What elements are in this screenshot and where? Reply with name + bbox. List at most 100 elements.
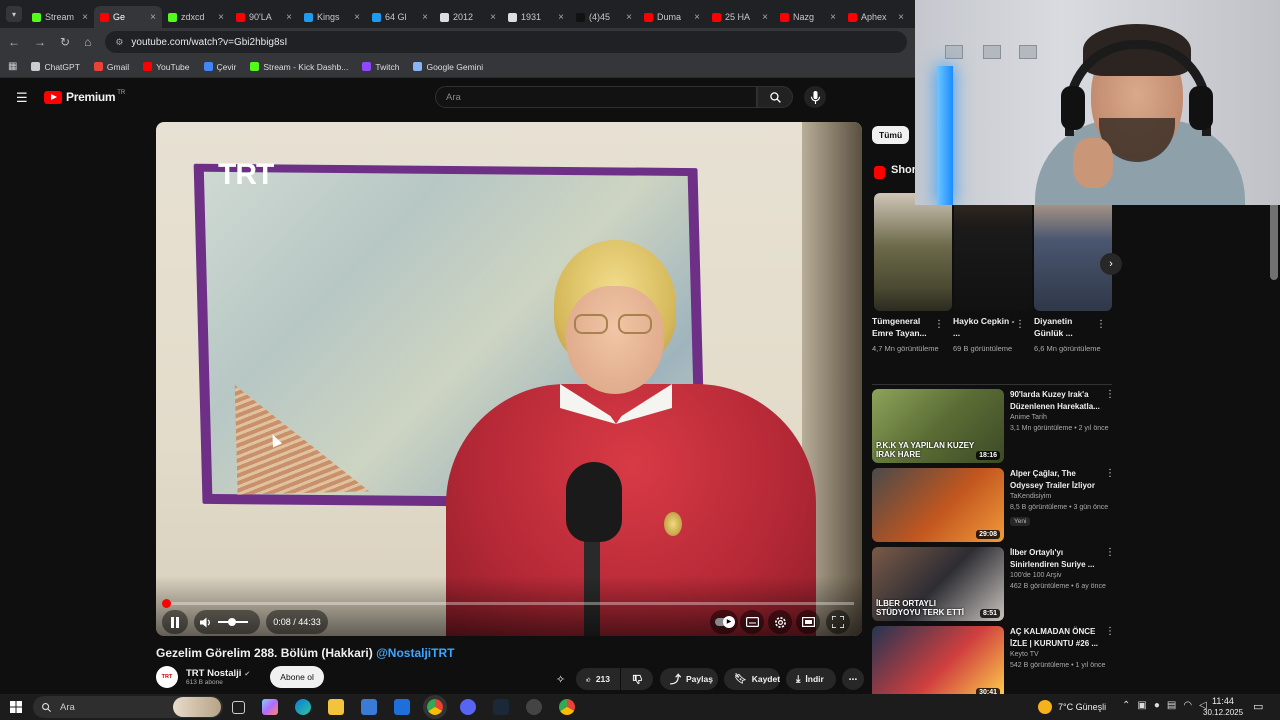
short-title[interactable]: Hayko Cepkin - ... (953, 315, 1015, 339)
close-icon[interactable]: × (898, 12, 904, 23)
theater-mode-button[interactable] (796, 610, 820, 634)
browser-tab[interactable]: 1931 × (502, 6, 570, 28)
close-icon[interactable]: × (354, 12, 360, 23)
short-item[interactable]: Diyanetin Günlük ... 6,6 Mn görüntüleme ⋮ (1034, 315, 1106, 354)
close-icon[interactable]: × (422, 12, 428, 23)
shorts-next-button[interactable]: › (1100, 253, 1122, 275)
youtube-logo[interactable]: Premium TR (44, 90, 125, 104)
video-title[interactable]: AÇ KALMADAN ÖNCE İZLE | KURUNTU #26 ... (1010, 626, 1102, 649)
filter-chip-all[interactable]: Tümü (872, 126, 910, 144)
fullscreen-button[interactable] (826, 610, 850, 634)
store-icon[interactable] (361, 699, 377, 715)
discord-icon[interactable] (460, 699, 476, 715)
browser-tab[interactable]: Aphex × (842, 6, 910, 28)
weather-text[interactable]: 7°C Güneşli (1058, 702, 1106, 712)
address-bar[interactable]: ⚙ youtube.com/watch?v=Gbi2hbig8sI (105, 31, 907, 53)
browser-tab[interactable]: Stream × (26, 6, 94, 28)
taskbar-time[interactable]: 11:44 (1212, 696, 1234, 706)
close-icon[interactable]: × (830, 12, 836, 23)
taskbar-search[interactable]: Ara (33, 696, 223, 718)
tray-mic-icon[interactable]: ● (1154, 700, 1160, 711)
browser-tab[interactable]: (4)45 × (570, 6, 638, 28)
save-button[interactable]: 🔖︎ Kaydet (724, 668, 780, 690)
download-button[interactable]: ⤓ İndir (786, 668, 836, 690)
channel-name[interactable]: TRT Nostalji (186, 668, 241, 679)
file-explorer-icon[interactable] (328, 699, 344, 715)
volume-slider[interactable] (218, 618, 248, 626)
more-vert-icon[interactable]: ⋮ (1105, 389, 1115, 400)
browser-tab[interactable]: 64 Gl × (366, 6, 434, 28)
progress-scrubber[interactable] (162, 599, 171, 608)
site-info-icon[interactable]: ⚙ (115, 37, 123, 48)
bookmark-item[interactable]: Twitch (362, 62, 399, 72)
recommended-video[interactable]: 29:08 Alper Çağlar, The Odyssey Trailer İ… (872, 468, 1116, 542)
close-icon[interactable]: × (694, 12, 700, 23)
home-icon[interactable]: ⌂ (84, 35, 91, 49)
browser-tab[interactable]: Nazg × (774, 6, 842, 28)
video-thumbnail[interactable]: 30:41 (872, 626, 1004, 700)
browser-tab[interactable]: 2012 × (434, 6, 502, 28)
browser-tab[interactable]: 25 HA × (706, 6, 774, 28)
bookmark-item[interactable]: ChatGPT (31, 62, 80, 72)
browser-tab[interactable]: Duma × (638, 6, 706, 28)
chrome-icon[interactable] (423, 695, 447, 719)
voice-search-button[interactable] (804, 86, 826, 108)
close-icon[interactable]: × (150, 12, 156, 23)
chrome-profile-icon[interactable] (559, 699, 575, 715)
more-vert-icon[interactable]: ⋮ (1015, 319, 1025, 330)
progress-bar[interactable] (164, 602, 854, 605)
video-player[interactable]: TRT 0:08 / 44:33 ▶ (156, 122, 862, 636)
taskbar-date[interactable]: 30.12.2025 (1203, 708, 1243, 717)
more-vert-icon[interactable]: ⋮ (1105, 547, 1115, 558)
short-thumbnail[interactable] (1034, 193, 1112, 311)
browser-tab[interactable]: 90'LA × (230, 6, 298, 28)
video-thumbnail[interactable]: 29:08 (872, 468, 1004, 542)
autoplay-toggle[interactable]: ▶ (710, 610, 738, 634)
tray-chevron-icon[interactable]: ⌃ (1122, 700, 1130, 711)
close-icon[interactable]: × (490, 12, 496, 23)
video-channel[interactable]: Keyto TV (1010, 651, 1039, 658)
more-actions-button[interactable]: ⋯ (842, 668, 864, 690)
pause-button[interactable] (162, 610, 188, 634)
video-thumbnail[interactable]: İLBER ORTAYLI STÜDYOYU TERK ETTİ 8:51 (872, 547, 1004, 621)
browser-tab[interactable]: Kings × (298, 6, 366, 28)
tray-wifi-icon[interactable]: ◠ (1183, 700, 1192, 711)
close-icon[interactable]: × (626, 12, 632, 23)
close-icon[interactable]: × (286, 12, 292, 23)
short-item[interactable]: Hayko Cepkin - ... 69 B görüntüleme ⋮ (953, 315, 1025, 354)
more-vert-icon[interactable]: ⋮ (1105, 468, 1115, 479)
bookmark-item[interactable]: YouTube (143, 62, 190, 72)
back-icon[interactable]: ← (8, 35, 20, 49)
apps-icon[interactable]: ▦ (8, 61, 17, 72)
recommended-video[interactable]: P.K.K YA YAPILAN KUZEY IRAK HARE 18:16 90'… (872, 389, 1116, 463)
edge-icon[interactable] (295, 699, 311, 715)
obs-icon[interactable] (526, 699, 542, 715)
recommended-video[interactable]: İLBER ORTAYLI STÜDYOYU TERK ETTİ 8:51 İlbe… (872, 547, 1116, 621)
browser-tab[interactable]: Ge × (94, 6, 162, 28)
copilot-icon[interactable] (262, 699, 278, 715)
short-thumbnail[interactable] (954, 193, 1032, 311)
subscribe-button[interactable]: Abone ol (270, 666, 324, 688)
short-title[interactable]: Tümgeneral Emre Tayan... (872, 315, 934, 339)
video-channel[interactable]: Anime Tarih (1010, 414, 1047, 421)
short-item[interactable]: Tümgeneral Emre Tayan... 4,7 Mn görüntüle… (872, 315, 944, 354)
search-button[interactable] (757, 86, 793, 108)
more-vert-icon[interactable]: ⋮ (1105, 626, 1115, 637)
close-icon[interactable]: × (218, 12, 224, 23)
bookmark-item[interactable]: Gmail (93, 62, 129, 72)
recommended-video[interactable]: 30:41 AÇ KALMADAN ÖNCE İZLE | KURUNTU #26… (872, 626, 1116, 700)
steam-icon[interactable] (493, 699, 509, 715)
browser-tab[interactable]: zdxcd × (162, 6, 230, 28)
channel-avatar[interactable]: TRT (156, 666, 178, 688)
more-vert-icon[interactable]: ⋮ (1096, 319, 1106, 330)
video-channel[interactable]: TaKendisiyim (1010, 493, 1051, 500)
notification-icon[interactable]: ▭ (1253, 700, 1263, 713)
bookmark-item[interactable]: Çevir (203, 62, 236, 72)
short-title[interactable]: Diyanetin Günlük ... (1034, 315, 1096, 339)
video-title[interactable]: İlber Ortaylı'yı Sinirlendiren Suriye ..… (1010, 547, 1102, 570)
close-icon[interactable]: × (762, 12, 768, 23)
video-hashtag-link[interactable]: @NostaljiTRT (376, 646, 454, 660)
video-title[interactable]: Alper Çağlar, The Odyssey Trailer İzliyo… (1010, 468, 1102, 491)
short-thumbnail[interactable] (874, 193, 952, 311)
volume-control[interactable] (194, 610, 260, 634)
